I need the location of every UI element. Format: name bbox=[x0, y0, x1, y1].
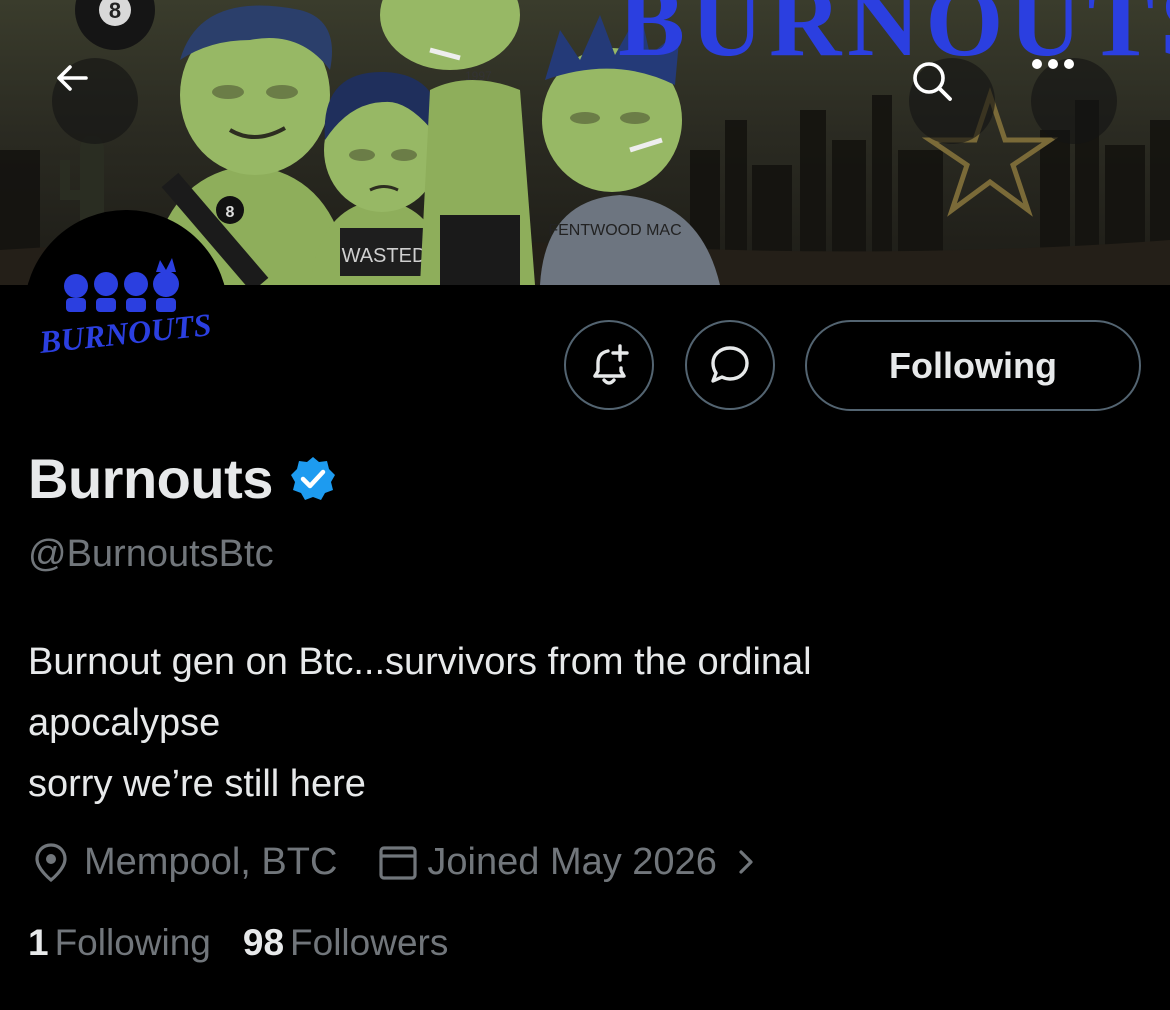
location-pin-icon bbox=[35, 843, 67, 883]
search-icon bbox=[913, 62, 952, 101]
followers-count-link[interactable]: 98 Followers bbox=[243, 922, 448, 964]
bio-line: sorry we’re still here bbox=[28, 763, 366, 805]
bio-line: Burnout gen on Btc...survivors from the … bbox=[28, 641, 812, 683]
svg-text:FENTWOOD MAC: FENTWOOD MAC bbox=[548, 222, 681, 239]
following-button[interactable]: Following bbox=[805, 320, 1141, 411]
notifications-button[interactable] bbox=[564, 320, 654, 410]
calendar-icon bbox=[379, 846, 418, 880]
followers-count: 98 bbox=[242, 922, 285, 963]
following-count: 1 bbox=[28, 922, 49, 963]
profile-meta: Mempool, BTC Joined May 2026 bbox=[30, 835, 761, 889]
back-button[interactable] bbox=[52, 58, 138, 144]
profile-name-row: Burnouts bbox=[28, 446, 337, 511]
svg-text:1997: 1997 bbox=[465, 69, 492, 83]
join-date[interactable]: Joined May 2026 bbox=[377, 841, 760, 884]
bio-line: apocalypse bbox=[28, 702, 221, 744]
following-label: Following bbox=[54, 922, 211, 963]
svg-text:WASTED: WASTED bbox=[342, 245, 427, 267]
svg-text:8: 8 bbox=[226, 204, 235, 221]
profile-avatar[interactable]: BURNOUTS bbox=[24, 210, 228, 414]
search-button[interactable] bbox=[909, 58, 995, 144]
location-text: Mempool, BTC bbox=[84, 840, 338, 883]
chevron-right-icon bbox=[739, 850, 753, 874]
message-bubble-icon bbox=[711, 346, 749, 383]
bell-plus-icon bbox=[593, 344, 629, 385]
followers-label: Followers bbox=[290, 922, 449, 963]
more-horizontal-icon bbox=[1032, 59, 1074, 69]
svg-text:8: 8 bbox=[109, 0, 121, 23]
location: Mempool, BTC bbox=[30, 841, 337, 884]
more-button[interactable] bbox=[1031, 58, 1117, 144]
profile-handle: @BurnoutsBtc bbox=[28, 533, 274, 575]
profile-bio: Burnout gen on Btc...survivors from the … bbox=[28, 632, 812, 815]
arrow-left-icon bbox=[57, 65, 88, 91]
message-button[interactable] bbox=[685, 320, 775, 410]
following-count-link[interactable]: 1 Following bbox=[28, 922, 211, 964]
display-name: Burnouts bbox=[28, 447, 273, 510]
follow-stats: 1 Following 98 Followers bbox=[28, 922, 448, 964]
join-date-text: Joined May 2026 bbox=[427, 840, 717, 883]
burnouts-logo: BURNOUTS bbox=[28, 214, 224, 410]
verified-badge-icon[interactable] bbox=[289, 455, 337, 503]
